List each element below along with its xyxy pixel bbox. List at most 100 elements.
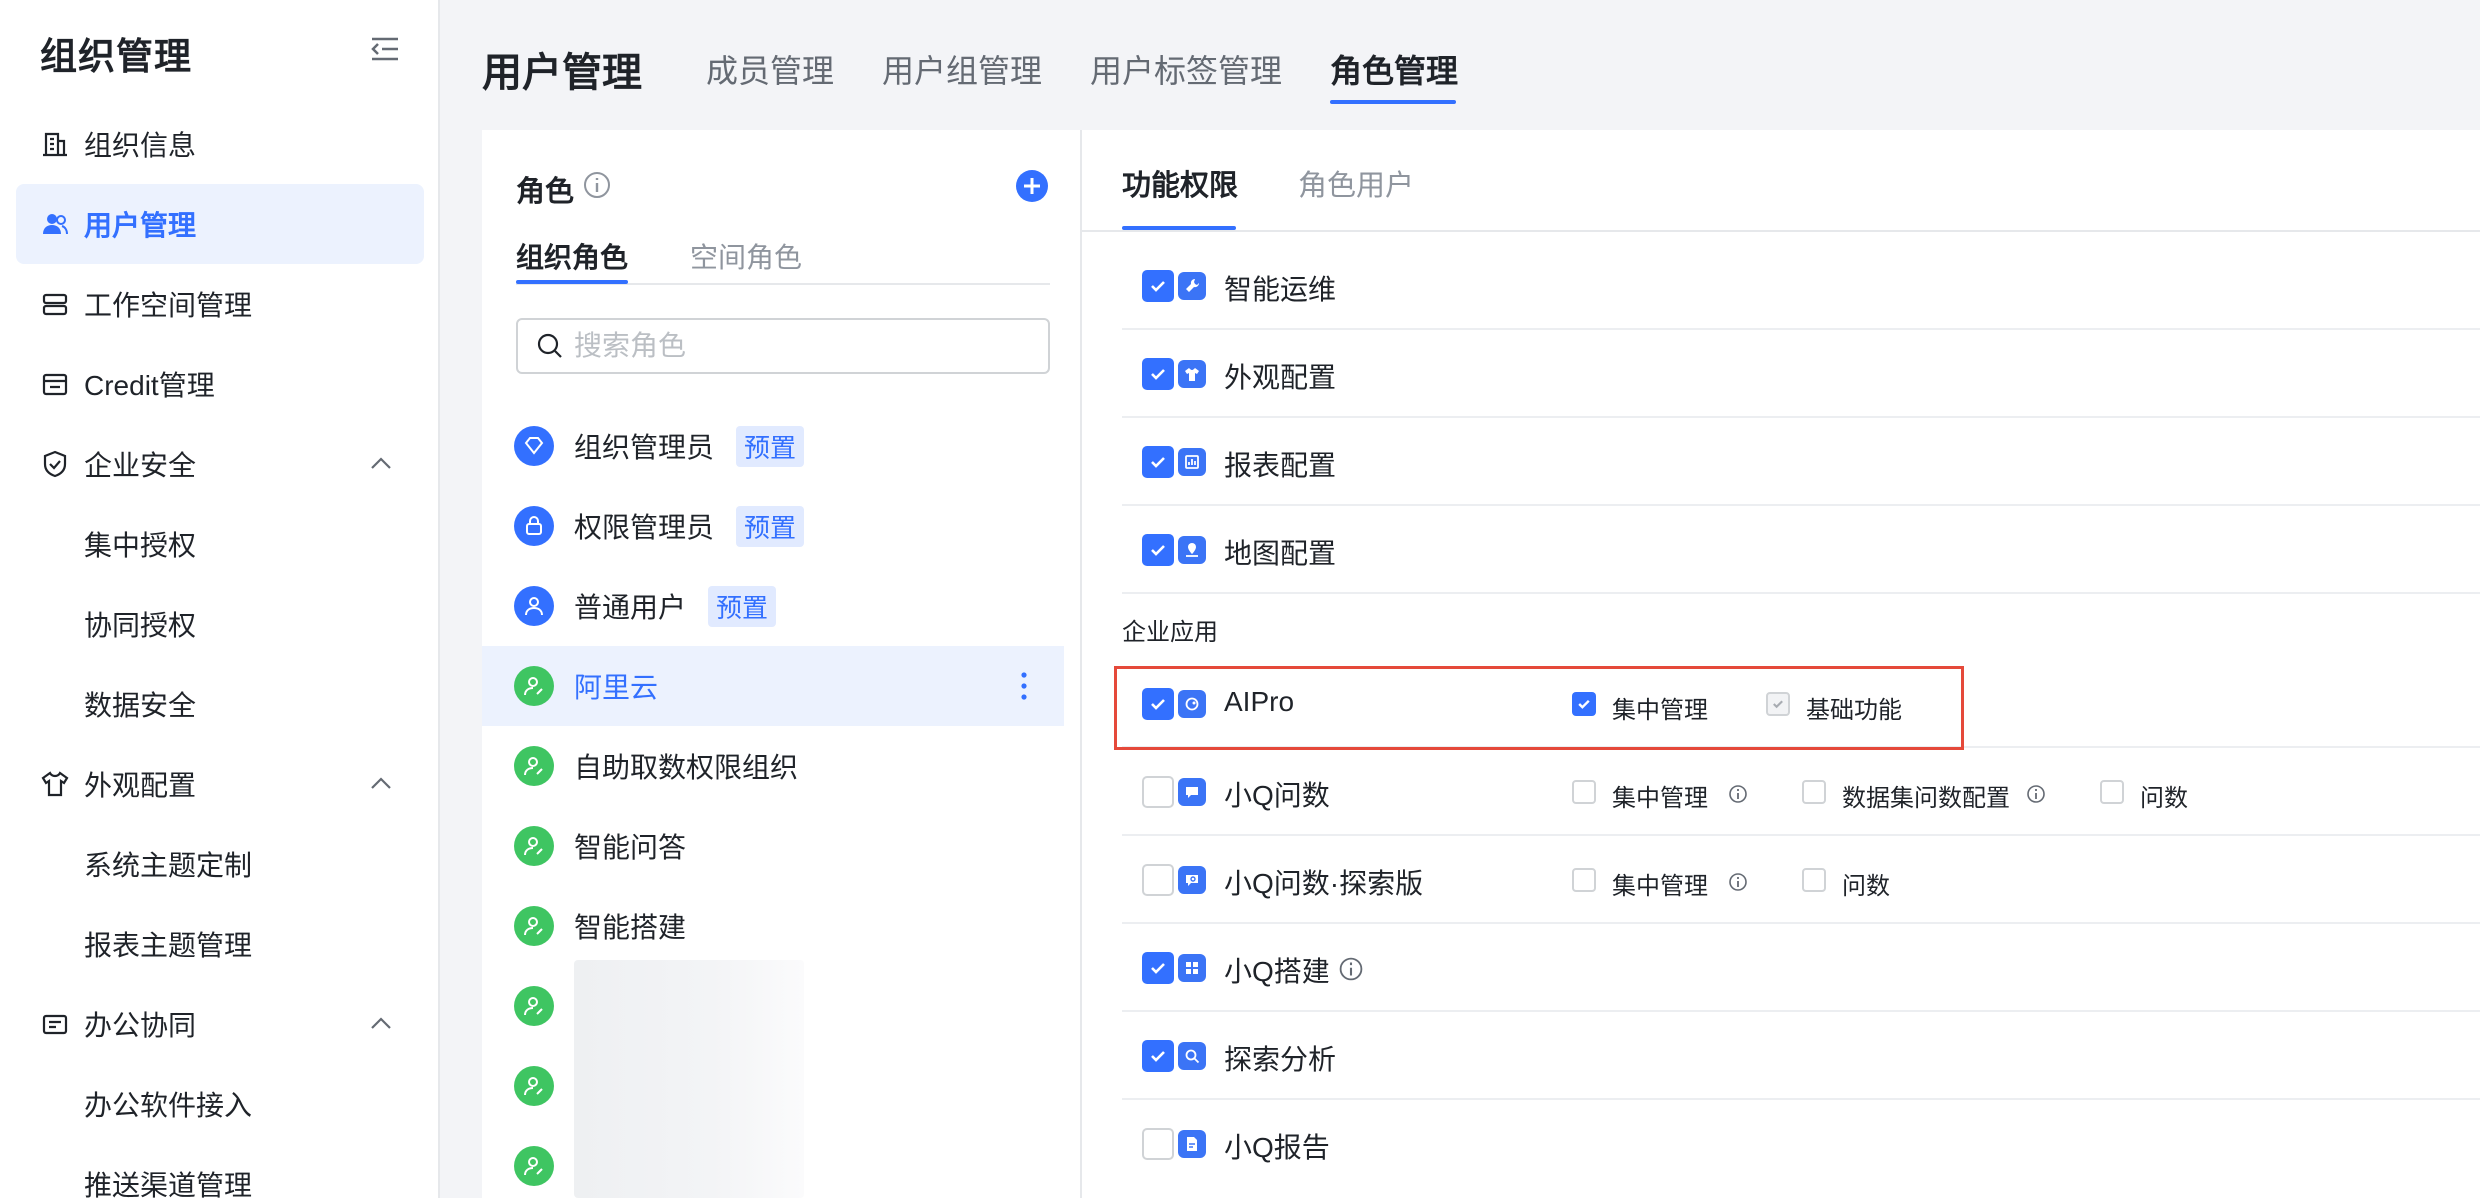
- preset-badge: 预置: [708, 585, 777, 627]
- role-item-org-admin[interactable]: 组织管理员 预置: [482, 406, 1064, 486]
- info-icon[interactable]: [1728, 784, 1748, 804]
- role-item-permission-admin[interactable]: 权限管理员 预置: [482, 486, 1064, 566]
- chevron-up-icon[interactable]: [368, 1011, 394, 1037]
- checkbox-unchecked[interactable]: [1572, 868, 1596, 892]
- tab-function-permissions[interactable]: 功能权限: [1122, 162, 1238, 204]
- map-icon: [1178, 536, 1206, 564]
- chevron-up-icon[interactable]: [368, 771, 394, 797]
- document-icon: [1178, 1130, 1206, 1158]
- sidebar-item-label: 办公协同: [84, 1010, 197, 1041]
- tab-user-tag-management[interactable]: 用户标签管理: [1090, 46, 1282, 92]
- sidebar-item-office-software[interactable]: 办公软件接入: [16, 1064, 424, 1144]
- role-item-smart-qa[interactable]: 智能问答: [482, 806, 1064, 886]
- collapse-menu-icon[interactable]: [368, 32, 402, 66]
- info-icon[interactable]: [1338, 956, 1364, 982]
- info-icon[interactable]: [582, 170, 612, 200]
- checkbox-checked[interactable]: [1142, 1040, 1174, 1072]
- tab-role-management[interactable]: 角色管理: [1330, 46, 1458, 92]
- report-icon: [1178, 448, 1206, 476]
- option-label: 集中管理: [1612, 873, 1708, 900]
- sidebar-item-label: 集中授权: [84, 530, 197, 561]
- chevron-up-icon[interactable]: [368, 451, 394, 477]
- role-item-smart-build[interactable]: 智能搭建: [482, 886, 1064, 966]
- sidebar-item-collab-auth[interactable]: 协同授权: [16, 584, 424, 664]
- checkbox-checked[interactable]: [1142, 358, 1174, 390]
- checkbox-unchecked[interactable]: [1142, 1128, 1174, 1160]
- sidebar-item-report-theme[interactable]: 报表主题管理: [16, 904, 424, 984]
- permission-row-xiaoq-build: 小Q搭建: [1122, 924, 2480, 1012]
- search-input[interactable]: [574, 330, 1034, 362]
- sidebar-item-push-channel[interactable]: 推送渠道管理: [16, 1144, 424, 1198]
- sidebar-item-theme-custom[interactable]: 系统主题定制: [16, 824, 424, 904]
- sidebar-item-org-info[interactable]: 组织信息: [16, 104, 424, 184]
- user-edit-icon: [514, 986, 554, 1026]
- preset-badge: 预置: [736, 505, 805, 547]
- tab-user-group-management[interactable]: 用户组管理: [882, 46, 1042, 92]
- sidebar-item-label: 数据安全: [84, 690, 197, 721]
- sidebar-item-office-collab[interactable]: 办公协同: [16, 984, 424, 1064]
- checkbox-checked[interactable]: [1142, 446, 1174, 478]
- permission-name: 探索分析: [1224, 1044, 1337, 1075]
- info-icon[interactable]: [2026, 784, 2046, 804]
- sidebar-item-central-auth[interactable]: 集中授权: [16, 504, 424, 584]
- tab-member-management[interactable]: 成员管理: [706, 46, 834, 92]
- option-label: 数据集问数配置: [1842, 785, 2010, 812]
- page-title: 用户管理: [482, 51, 642, 95]
- permission-row-xiaoq-report: 小Q报告: [1122, 1100, 2480, 1188]
- option-label: 问数: [1842, 873, 1890, 900]
- role-name: 普通用户: [574, 592, 687, 623]
- sidebar-item-label: 外观配置: [84, 770, 197, 801]
- checkbox-unchecked[interactable]: [1802, 868, 1826, 892]
- checkbox-checked[interactable]: [1142, 270, 1174, 302]
- user-icon: [514, 586, 554, 626]
- checkbox-unchecked[interactable]: [1142, 864, 1174, 896]
- checkbox-checked[interactable]: [1142, 534, 1174, 566]
- checkbox-unchecked[interactable]: [1572, 780, 1596, 804]
- sidebar-item-label: 用户管理: [84, 210, 197, 241]
- permission-row-report-config: 报表配置: [1122, 418, 2480, 506]
- checkbox-unchecked[interactable]: [1142, 776, 1174, 808]
- permission-name: 小Q报告: [1224, 1132, 1330, 1163]
- sidebar-item-label: 办公软件接入: [84, 1090, 253, 1121]
- sidebar-item-credit[interactable]: Credit管理: [16, 344, 424, 424]
- role-search[interactable]: [516, 318, 1050, 374]
- sidebar-item-label: 系统主题定制: [84, 850, 253, 881]
- active-tab-indicator: [516, 280, 628, 284]
- permission-name: 外观配置: [1224, 362, 1337, 393]
- info-icon[interactable]: [1728, 872, 1748, 892]
- tab-space-roles[interactable]: 空间角色: [690, 236, 802, 276]
- sidebar-item-user-management[interactable]: 用户管理: [16, 184, 424, 264]
- redacted-area: [574, 960, 804, 1198]
- more-vertical-icon[interactable]: [1014, 669, 1034, 703]
- workspace-icon: [42, 293, 68, 316]
- wallet-icon: [42, 373, 68, 396]
- checkbox-unchecked[interactable]: [2100, 780, 2124, 804]
- checkbox-unchecked[interactable]: [1802, 780, 1826, 804]
- sidebar-item-label: 企业安全: [84, 450, 197, 481]
- sidebar-item-label: Credit管理: [84, 370, 215, 401]
- sidebar-item-workspace[interactable]: 工作空间管理: [16, 264, 424, 344]
- add-role-icon[interactable]: [1014, 168, 1050, 204]
- role-item-self-service[interactable]: 自助取数权限组织: [482, 726, 1064, 806]
- lock-icon: [514, 506, 554, 546]
- roles-panel: 角色 组织角色 空间角色 组织管理员 预置 权限管理员 预置 普通用户 预置 阿…: [482, 130, 1082, 1198]
- top-header: 用户管理 成员管理 用户组管理 用户标签管理 角色管理: [442, 0, 2480, 130]
- sidebar-item-data-security[interactable]: 数据安全: [16, 664, 424, 744]
- chat-icon: [1178, 778, 1206, 806]
- role-item-aliyun[interactable]: 阿里云: [482, 646, 1064, 726]
- wrench-icon: [1178, 272, 1206, 300]
- sidebar-item-label: 协同授权: [84, 610, 197, 641]
- tab-org-roles[interactable]: 组织角色: [516, 236, 628, 276]
- sidebar-item-appearance[interactable]: 外观配置: [16, 744, 424, 824]
- permission-row-xiaoq-ask-explore: 小Q问数·探索版 集中管理 问数: [1122, 836, 2480, 924]
- permission-name: 小Q搭建: [1224, 956, 1330, 987]
- sidebar-item-enterprise-security[interactable]: 企业安全: [16, 424, 424, 504]
- checkbox-checked[interactable]: [1142, 952, 1174, 984]
- search-icon: [537, 333, 562, 358]
- sidebar-item-label: 工作空间管理: [84, 290, 253, 321]
- user-edit-icon: [514, 746, 554, 786]
- tab-role-users[interactable]: 角色用户: [1298, 162, 1414, 204]
- role-name: 智能问答: [574, 832, 687, 863]
- role-item-normal-user[interactable]: 普通用户 预置: [482, 566, 1064, 646]
- diamond-icon: [514, 426, 554, 466]
